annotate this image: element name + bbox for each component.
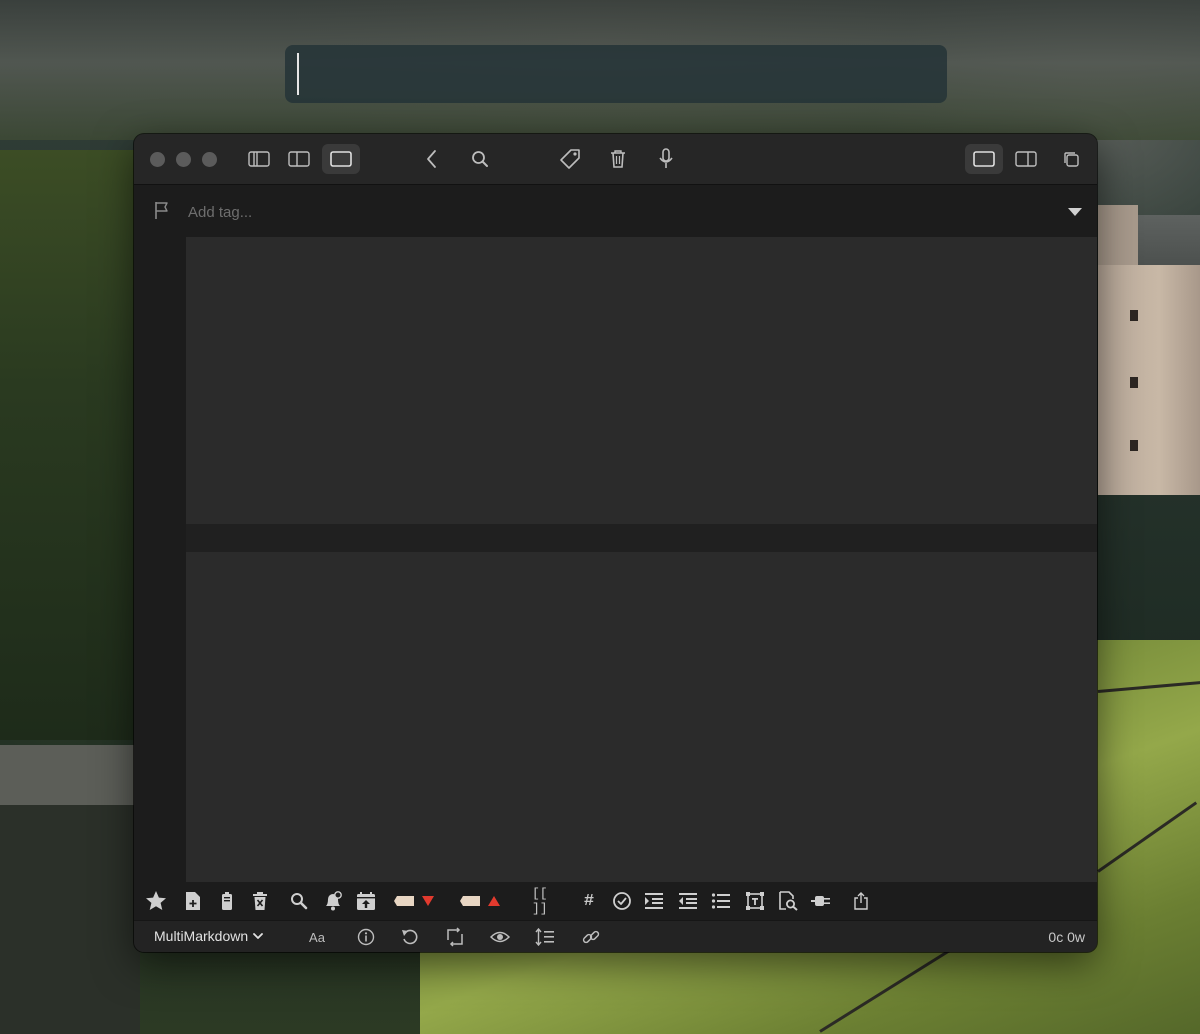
- star-icon[interactable]: [143, 888, 169, 914]
- search-icon[interactable]: [286, 888, 312, 914]
- back-chevron-icon[interactable]: [418, 144, 446, 174]
- split-pane-icon[interactable]: [1010, 144, 1042, 174]
- single-pane-icon[interactable]: [322, 144, 360, 174]
- wikilink-button[interactable]: [[ ]]: [532, 886, 566, 916]
- sidebar-two-pane-icon[interactable]: [282, 144, 316, 174]
- sync-icon[interactable]: [444, 926, 466, 948]
- share-icon[interactable]: [848, 888, 874, 914]
- tag-down-icon[interactable]: [392, 888, 440, 914]
- battery-icon[interactable]: [214, 888, 240, 914]
- app-window: [[ ]] # MultiMarkdown A: [134, 134, 1097, 952]
- plugin-icon[interactable]: [808, 888, 834, 914]
- undo-icon[interactable]: [399, 926, 421, 948]
- editor-pane[interactable]: [186, 237, 1097, 524]
- zoom-window-button[interactable]: [202, 152, 217, 167]
- minimize-window-button[interactable]: [176, 152, 191, 167]
- add-tag-input[interactable]: [186, 197, 990, 227]
- trash-icon[interactable]: [604, 144, 632, 174]
- find-doc-icon[interactable]: [775, 888, 801, 914]
- status-bar: MultiMarkdown Aa 0c 0w: [134, 920, 1097, 952]
- search-icon[interactable]: [466, 144, 494, 174]
- title-bar: [134, 134, 1097, 185]
- chevron-down-icon: [253, 933, 264, 939]
- single-pane-right-icon[interactable]: [965, 144, 1003, 174]
- preview-pane[interactable]: [186, 552, 1097, 882]
- markup-mode-label: MultiMarkdown: [154, 928, 249, 944]
- new-note-icon[interactable]: [180, 888, 206, 914]
- link-icon[interactable]: [580, 926, 602, 948]
- character-word-count: 0c 0w: [1048, 929, 1085, 945]
- bullet-list-icon[interactable]: [708, 888, 734, 914]
- tag-icon[interactable]: [556, 144, 584, 174]
- markup-mode-select[interactable]: MultiMarkdown: [154, 928, 264, 944]
- font-settings-button[interactable]: Aa: [304, 926, 330, 948]
- float-window-icon[interactable]: [1056, 144, 1086, 174]
- info-icon[interactable]: [355, 926, 377, 948]
- eye-icon[interactable]: [489, 926, 511, 948]
- microphone-icon[interactable]: [652, 144, 680, 174]
- text-caret: [297, 53, 299, 95]
- tag-bar: [134, 185, 1097, 237]
- quick-entry-bar[interactable]: [285, 45, 947, 103]
- tag-dropdown-icon[interactable]: [1067, 204, 1083, 222]
- calendar-icon[interactable]: [353, 888, 379, 914]
- checkmark-icon[interactable]: [609, 888, 635, 914]
- left-gutter: [134, 237, 186, 882]
- bell-icon[interactable]: [320, 888, 346, 914]
- tag-up-icon[interactable]: [458, 888, 506, 914]
- line-spacing-icon[interactable]: [534, 926, 556, 948]
- delete-note-icon[interactable]: [247, 888, 273, 914]
- format-toolbar: [[ ]] #: [134, 882, 1097, 920]
- close-window-button[interactable]: [150, 152, 165, 167]
- pane-divider[interactable]: [186, 524, 1097, 552]
- flag-icon[interactable]: [154, 200, 170, 225]
- text-box-icon[interactable]: [742, 888, 768, 914]
- hashtag-button[interactable]: #: [576, 888, 602, 914]
- sidebar-three-pane-icon[interactable]: [242, 144, 276, 174]
- outdent-icon[interactable]: [675, 888, 701, 914]
- indent-icon[interactable]: [641, 888, 667, 914]
